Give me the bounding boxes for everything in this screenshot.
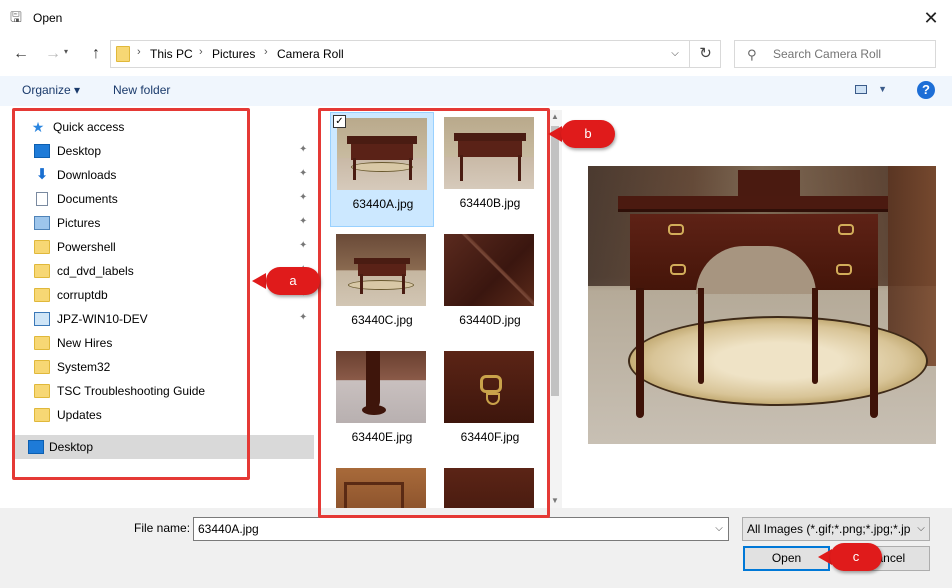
annotation-box-a xyxy=(12,108,250,480)
breadcrumb-pictures[interactable]: Pictures xyxy=(212,47,255,61)
pin-icon: ✦ xyxy=(299,144,308,155)
annotation-callout-a: a xyxy=(266,267,320,295)
pin-icon: ✦ xyxy=(299,216,308,227)
breadcrumb-this-pc[interactable]: This PC xyxy=(150,47,193,61)
chevron-right-icon: › xyxy=(199,46,203,58)
help-button[interactable]: ? xyxy=(917,81,935,99)
chevron-down-icon: ⌵ xyxy=(917,523,925,534)
address-dropdown-icon[interactable]: ⌵ xyxy=(667,45,683,63)
chevron-right-icon: › xyxy=(137,46,141,58)
scroll-up-icon[interactable]: ▲ xyxy=(548,110,562,124)
app-icon: 🖫 xyxy=(10,9,22,25)
pin-icon: ✦ xyxy=(299,168,308,179)
pin-icon: ✦ xyxy=(299,192,308,203)
back-button[interactable]: ← xyxy=(10,43,32,65)
file-name-label: File name: xyxy=(134,521,191,535)
new-folder-button[interactable]: New folder xyxy=(113,83,170,97)
command-toolbar: Organize ▾ New folder ▼ ? xyxy=(0,76,952,106)
open-button[interactable]: Open xyxy=(743,546,830,571)
preview-image xyxy=(588,166,936,444)
forward-button[interactable]: → xyxy=(42,43,64,65)
refresh-button[interactable]: ↻ xyxy=(689,41,721,67)
address-bar[interactable]: › This PC › Pictures › Camera Roll ⌵ ↻ xyxy=(110,40,721,68)
view-icon xyxy=(855,84,867,94)
search-input[interactable] xyxy=(773,46,929,62)
scroll-thumb[interactable] xyxy=(551,126,559,396)
title-bar: 🖫 Open ✕ xyxy=(0,0,952,36)
pin-icon: ✦ xyxy=(299,240,308,251)
chevron-right-icon: › xyxy=(264,46,268,58)
window-title: Open xyxy=(33,11,63,25)
file-type-value: All Images (*.gif;*.png;*.jpg;*.jp xyxy=(747,522,911,536)
close-button[interactable]: ✕ xyxy=(916,4,946,32)
annotation-box-b xyxy=(318,108,550,518)
checkbox-checked-icon[interactable]: ✓ xyxy=(333,115,346,128)
file-name-value: 63440A.jpg xyxy=(198,522,259,536)
recent-locations-chevron-icon[interactable]: ▾ xyxy=(64,47,68,56)
dialog-footer: File name: 63440A.jpg ⌵ All Images (*.gi… xyxy=(0,508,952,588)
file-name-field[interactable]: 63440A.jpg ⌵ xyxy=(193,517,729,541)
chevron-down-icon: ▼ xyxy=(878,84,887,94)
breadcrumb-camera-roll[interactable]: Camera Roll xyxy=(277,47,344,61)
file-type-select[interactable]: All Images (*.gif;*.png;*.jpg;*.jp ⌵ xyxy=(742,517,930,541)
search-icon: ⚲ xyxy=(747,47,757,62)
file-list-scrollbar[interactable]: ▲ ▼ xyxy=(548,110,562,508)
search-box[interactable]: ⚲ xyxy=(734,40,936,68)
scroll-down-icon[interactable]: ▼ xyxy=(548,494,562,508)
annotation-pointer xyxy=(548,126,562,142)
chevron-down-icon[interactable]: ⌵ xyxy=(712,521,726,537)
pin-icon: ✦ xyxy=(299,312,308,323)
annotation-callout-c: c xyxy=(830,543,882,571)
annotation-pointer xyxy=(252,273,266,289)
annotation-callout-b: b xyxy=(561,120,615,148)
organize-button[interactable]: Organize ▾ xyxy=(22,83,80,97)
folder-icon xyxy=(116,46,130,62)
up-button[interactable]: ↑ xyxy=(85,43,107,65)
change-view-button[interactable]: ▼ xyxy=(855,83,889,99)
